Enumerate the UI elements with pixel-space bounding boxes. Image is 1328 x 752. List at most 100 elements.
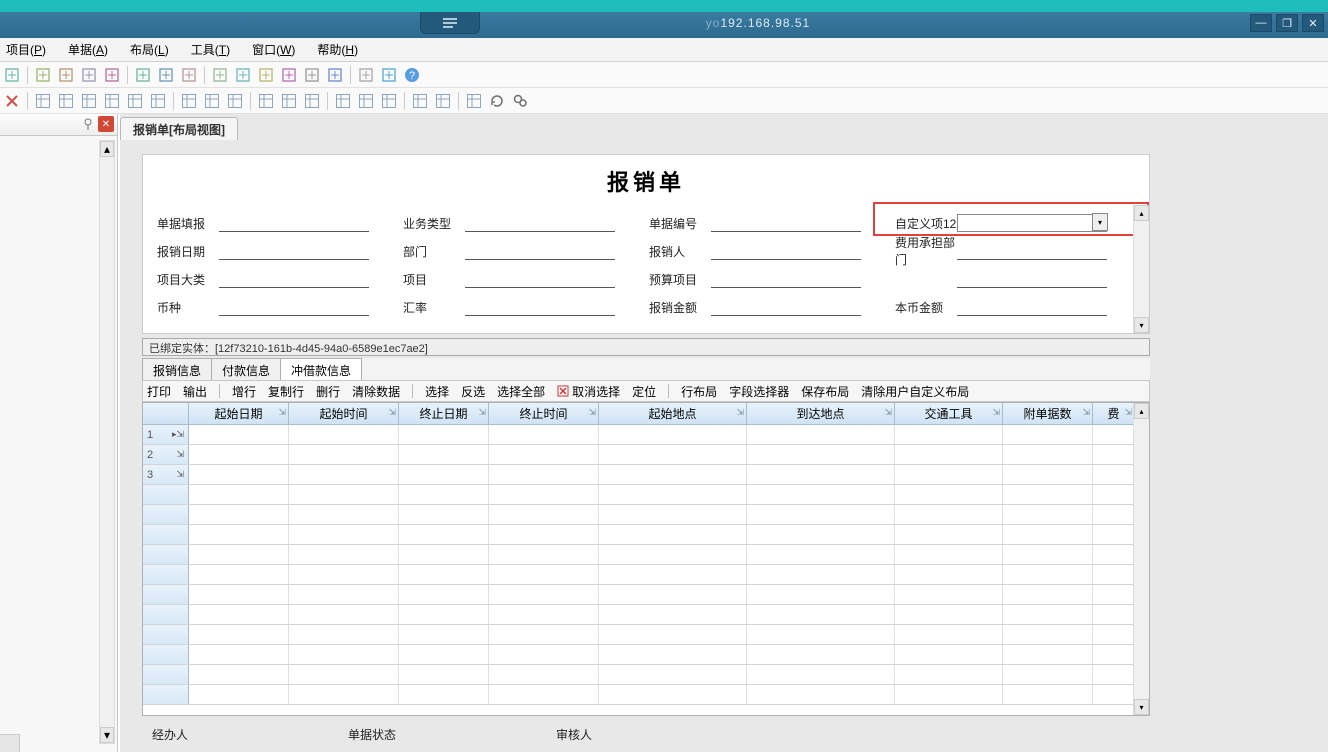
table-cell[interactable]	[747, 505, 895, 524]
table-cell[interactable]	[399, 525, 489, 544]
scroll-down-icon[interactable]: ▾	[1134, 699, 1149, 715]
row-header[interactable]: 3⇲	[143, 465, 189, 484]
table-cell[interactable]	[399, 545, 489, 564]
table-cell[interactable]	[747, 485, 895, 504]
maximize-button[interactable]: ❐	[1276, 14, 1298, 32]
table-cell[interactable]	[399, 685, 489, 704]
row-header[interactable]	[143, 485, 189, 504]
table-cell[interactable]	[747, 685, 895, 704]
sub-tab[interactable]: 付款信息	[211, 358, 281, 380]
toolbar-button[interactable]	[179, 65, 199, 85]
table-cell[interactable]	[1093, 625, 1135, 644]
toolbar-button[interactable]	[133, 65, 153, 85]
table-cell[interactable]	[747, 605, 895, 624]
form-field[interactable]	[711, 270, 861, 288]
toolbar-button[interactable]	[256, 65, 276, 85]
layout-tool-button[interactable]	[202, 91, 222, 111]
form-field[interactable]	[219, 298, 369, 316]
form-field[interactable]	[957, 242, 1107, 260]
layout-tool-button[interactable]	[79, 91, 99, 111]
grid-toolbar-button[interactable]: 保存布局	[801, 383, 849, 400]
table-cell[interactable]	[1093, 605, 1135, 624]
row-header[interactable]	[143, 685, 189, 704]
table-cell[interactable]	[189, 665, 289, 684]
table-cell[interactable]	[489, 625, 599, 644]
grid-toolbar-button[interactable]: 删行	[316, 383, 340, 400]
grid-toolbar-button[interactable]: 选择	[425, 383, 449, 400]
table-cell[interactable]	[895, 585, 1003, 604]
table-cell[interactable]	[1003, 565, 1093, 584]
row-header[interactable]	[143, 505, 189, 524]
form-field[interactable]	[219, 242, 369, 260]
layout-tool-button[interactable]	[33, 91, 53, 111]
table-cell[interactable]	[1003, 585, 1093, 604]
table-cell[interactable]	[289, 645, 399, 664]
table-cell[interactable]	[599, 685, 747, 704]
scroll-up-icon[interactable]: ▴	[1134, 403, 1149, 419]
table-cell[interactable]	[895, 505, 1003, 524]
form-field[interactable]	[711, 214, 861, 232]
table-row[interactable]: 1▸⇲	[143, 425, 1149, 445]
form-field[interactable]	[711, 242, 861, 260]
grid-toolbar-button[interactable]: 字段选择器	[729, 383, 789, 400]
scroll-up-icon[interactable]: ▴	[100, 141, 114, 157]
table-cell[interactable]	[189, 565, 289, 584]
table-cell[interactable]	[895, 565, 1003, 584]
toolbar-button[interactable]	[379, 65, 399, 85]
table-cell[interactable]	[189, 605, 289, 624]
layout-tool-button[interactable]	[179, 91, 199, 111]
table-cell[interactable]	[895, 485, 1003, 504]
grid-toolbar-button[interactable]: 清除数据	[352, 383, 400, 400]
table-cell[interactable]	[399, 505, 489, 524]
table-cell[interactable]	[599, 485, 747, 504]
table-cell[interactable]	[1003, 425, 1093, 444]
table-cell[interactable]	[489, 565, 599, 584]
grid-column-header[interactable]: 附单据数⇲	[1003, 403, 1093, 424]
row-header[interactable]: 1▸⇲	[143, 425, 189, 444]
table-cell[interactable]	[189, 465, 289, 484]
grid-toolbar-button[interactable]: 增行	[232, 383, 256, 400]
table-cell[interactable]	[599, 545, 747, 564]
table-cell[interactable]	[489, 685, 599, 704]
table-cell[interactable]	[399, 645, 489, 664]
table-row[interactable]	[143, 625, 1149, 645]
table-row[interactable]	[143, 665, 1149, 685]
toolbar-button[interactable]	[210, 65, 230, 85]
panel-close-button[interactable]: ✕	[98, 116, 114, 132]
row-header[interactable]	[143, 645, 189, 664]
table-cell[interactable]	[399, 465, 489, 484]
table-cell[interactable]	[1003, 605, 1093, 624]
layout-tool-button[interactable]	[356, 91, 376, 111]
table-cell[interactable]	[599, 425, 747, 444]
form-field[interactable]	[219, 214, 369, 232]
table-cell[interactable]	[599, 505, 747, 524]
grid-column-header[interactable]: 交通工具⇲	[895, 403, 1003, 424]
table-cell[interactable]	[747, 665, 895, 684]
table-cell[interactable]	[189, 505, 289, 524]
grid-toolbar-button[interactable]: 行布局	[681, 383, 717, 400]
table-cell[interactable]	[399, 605, 489, 624]
table-cell[interactable]	[399, 425, 489, 444]
form-field[interactable]	[219, 270, 369, 288]
row-header[interactable]	[143, 665, 189, 684]
layout-tool-button[interactable]	[333, 91, 353, 111]
row-header[interactable]	[143, 525, 189, 544]
minimize-button[interactable]: —	[1250, 14, 1272, 32]
grid-toolbar-button[interactable]: 定位	[632, 383, 656, 400]
table-cell[interactable]	[599, 525, 747, 544]
scroll-down-icon[interactable]: ▾	[100, 727, 114, 743]
table-cell[interactable]	[399, 585, 489, 604]
table-row[interactable]	[143, 605, 1149, 625]
table-cell[interactable]	[1003, 465, 1093, 484]
menu-item[interactable]: 单据(A)	[64, 39, 112, 60]
table-cell[interactable]	[489, 425, 599, 444]
table-cell[interactable]	[289, 525, 399, 544]
table-cell[interactable]	[1093, 425, 1135, 444]
form-field[interactable]	[711, 298, 861, 316]
toolbar-button[interactable]	[325, 65, 345, 85]
table-cell[interactable]	[599, 665, 747, 684]
table-cell[interactable]	[289, 465, 399, 484]
table-cell[interactable]	[747, 465, 895, 484]
table-cell[interactable]	[747, 445, 895, 464]
table-cell[interactable]	[289, 665, 399, 684]
